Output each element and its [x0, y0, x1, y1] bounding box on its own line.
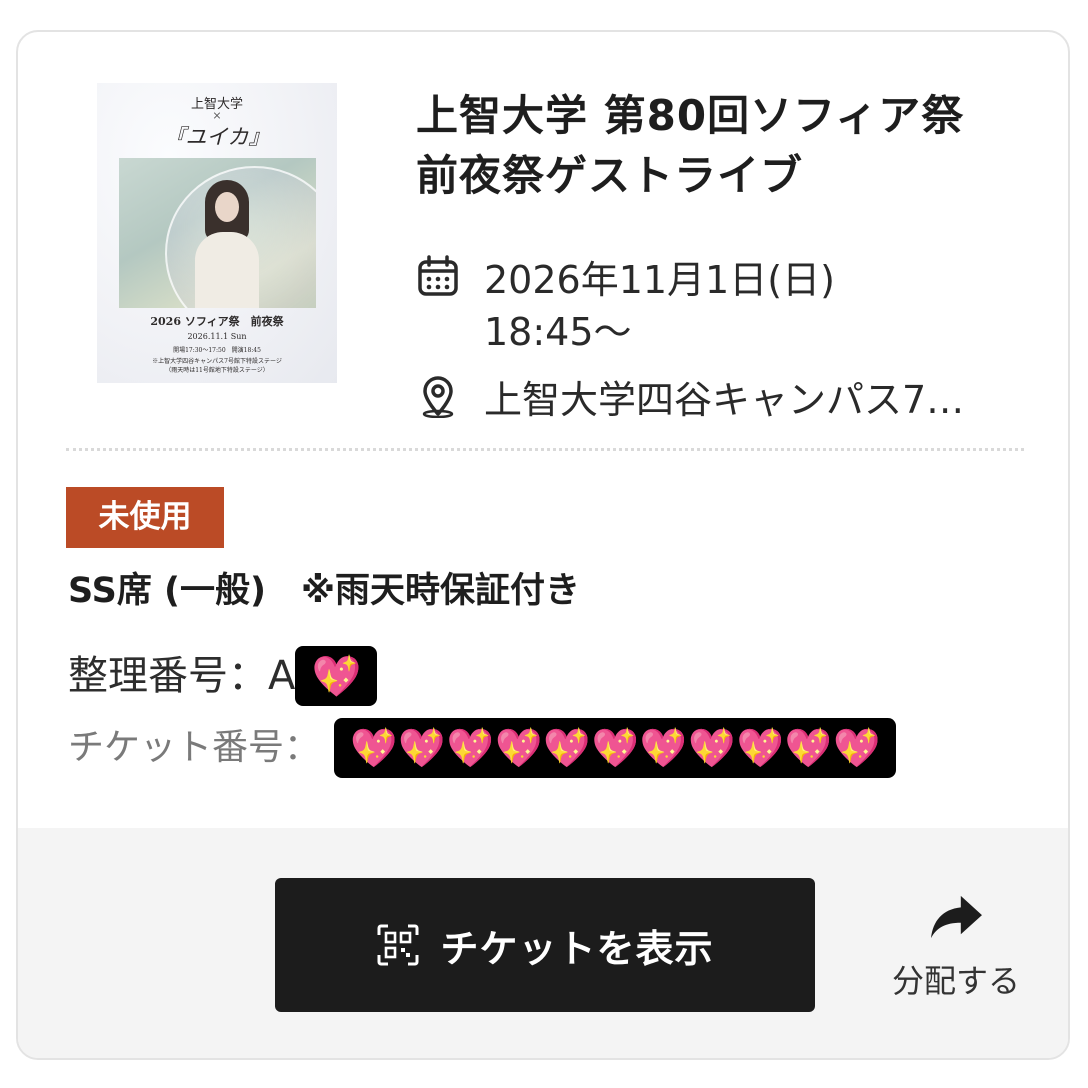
poster-note-rain: （雨天時は11号館地下特設ステージ）	[165, 367, 269, 374]
share-arrow-icon	[931, 895, 982, 939]
poster-photo	[119, 158, 316, 308]
location-pin-icon	[422, 376, 454, 418]
share-label: 分配する	[891, 962, 1020, 1000]
poster-event-name: 2026 ソフィア祭 前夜祭	[150, 315, 284, 328]
event-venue-row[interactable]: 上智大学四谷キャンパス7…	[416, 374, 1014, 426]
action-bar: チケットを表示 分配する	[18, 828, 1068, 1058]
ticket-number-row: チケット番号： 💖💖💖💖💖💖💖💖💖💖💖	[68, 718, 897, 778]
sequence-number-label: 整理番号：	[68, 653, 268, 699]
section-divider	[66, 448, 1024, 451]
share-button[interactable]: 分配する	[876, 892, 1036, 1002]
ticket-number-label: チケット番号：	[68, 727, 321, 768]
poster-person-face	[215, 192, 239, 222]
ticket-number-redaction: 💖💖💖💖💖💖💖💖💖💖💖	[334, 718, 897, 778]
poster-hours: 開場17:30〜17:50 開演18:45	[173, 347, 261, 354]
calendar-icon	[418, 255, 458, 296]
event-time: 18:45〜	[484, 310, 632, 354]
ticket-card: 上智大学 × 『ユイカ』 2026 ソフィア祭 前夜祭 2026.11.1 Su…	[16, 30, 1070, 1060]
poster-artist: 『ユイカ』	[164, 125, 270, 149]
event-venue: 上智大学四谷キャンパス7…	[484, 378, 965, 422]
sequence-number-prefix: A	[268, 653, 296, 699]
event-date-row: 2026年11月1日(日) 18:45〜	[416, 254, 835, 358]
event-poster-image[interactable]: 上智大学 × 『ユイカ』 2026 ソフィア祭 前夜祭 2026.11.1 Su…	[97, 83, 337, 383]
event-date: 2026年11月1日(日)	[484, 258, 835, 302]
qr-code-icon	[377, 924, 419, 966]
seat-type: SS席 (一般) ※雨天時保証付き	[68, 571, 581, 611]
show-ticket-button[interactable]: チケットを表示	[275, 878, 815, 1012]
sequence-number-redaction: 💖	[295, 646, 378, 706]
poster-note-venue: ※上智大学四谷キャンパス7号館下特設ステージ	[152, 358, 282, 365]
sequence-number-row: 整理番号： A 💖	[68, 646, 378, 706]
poster-date: 2026.11.1 Sun	[187, 332, 247, 341]
status-badge: 未使用	[66, 487, 224, 548]
poster-person-body	[195, 232, 259, 308]
show-ticket-label: チケットを表示	[440, 926, 714, 971]
event-title: 上智大学 第80回ソフィア祭 前夜祭ゲストライブ	[416, 91, 965, 200]
